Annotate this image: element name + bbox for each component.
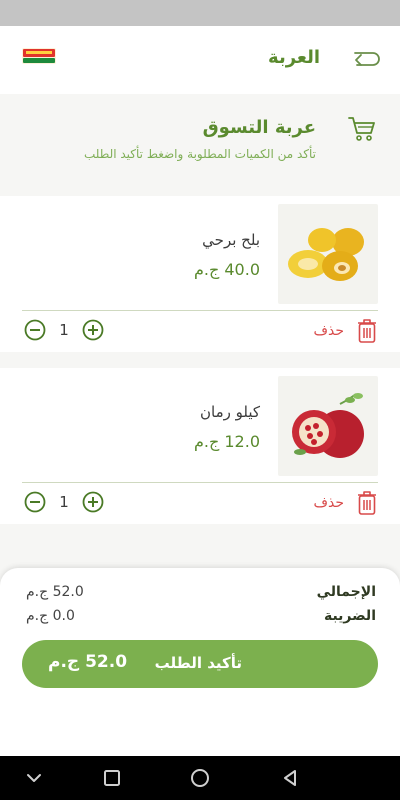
trash-icon bbox=[358, 491, 376, 515]
minus-icon[interactable] bbox=[24, 491, 46, 513]
divider bbox=[22, 482, 378, 483]
quantity-stepper: 1 bbox=[24, 490, 104, 514]
cart-title: عربة التسوق bbox=[202, 117, 316, 138]
product-name: كيلو رمان bbox=[199, 403, 260, 421]
status-bar bbox=[0, 0, 400, 26]
cart-item: بلح برحي 40.0 ج.م حذف 1 bbox=[0, 196, 400, 352]
system-nav-bar bbox=[0, 756, 400, 800]
cart-subtitle: تأكد من الكميات المطلوبة واضغط تأكيد الط… bbox=[83, 147, 316, 161]
cart-item: كيلو رمان 12.0 ج.م حذف 1 bbox=[0, 368, 400, 524]
trash-icon bbox=[358, 319, 376, 343]
back-arrow-icon bbox=[354, 52, 380, 66]
total-label: الإجمالي bbox=[316, 584, 376, 600]
page-title: العربة bbox=[268, 47, 320, 68]
confirm-order-button[interactable]: تأكيد الطلب 52.0 ج.م bbox=[22, 640, 378, 688]
product-price: 40.0 ج.م bbox=[193, 260, 260, 279]
nav-down-icon[interactable] bbox=[22, 766, 46, 790]
product-price: 12.0 ج.م bbox=[193, 432, 260, 451]
tax-value: 0.0 ج.م bbox=[26, 608, 75, 624]
order-summary: الإجمالي 52.0 ج.م الضريبة 0.0 ج.م تأكيد … bbox=[0, 568, 400, 756]
plus-icon[interactable] bbox=[82, 319, 104, 341]
delete-button[interactable]: حذف bbox=[313, 316, 378, 346]
confirm-order-total: 52.0 ج.م bbox=[48, 652, 128, 672]
shopping-cart-icon bbox=[348, 117, 375, 141]
back-button[interactable] bbox=[352, 44, 382, 74]
product-name: بلح برحي bbox=[202, 231, 260, 249]
plus-icon[interactable] bbox=[82, 491, 104, 513]
divider bbox=[22, 310, 378, 311]
store-logo-icon bbox=[22, 48, 56, 64]
nav-back-icon[interactable] bbox=[278, 766, 302, 790]
delete-label: حذف bbox=[313, 495, 344, 511]
pomegranate-image bbox=[292, 393, 364, 458]
cart-banner: عربة التسوق تأكد من الكميات المطلوبة واض… bbox=[0, 94, 400, 196]
product-image-dates bbox=[278, 204, 378, 304]
total-value: 52.0 ج.م bbox=[26, 584, 84, 600]
delete-label: حذف bbox=[313, 323, 344, 339]
product-image-pomegranate bbox=[278, 376, 378, 476]
confirm-order-label: تأكيد الطلب bbox=[154, 654, 242, 672]
dates-image bbox=[288, 228, 364, 281]
nav-home-icon[interactable] bbox=[188, 766, 212, 790]
quantity-stepper: 1 bbox=[24, 318, 104, 342]
quantity-value: 1 bbox=[59, 321, 69, 339]
nav-recents-icon[interactable] bbox=[100, 766, 124, 790]
store-logo[interactable] bbox=[22, 48, 56, 64]
delete-button[interactable]: حذف bbox=[313, 488, 378, 518]
quantity-value: 1 bbox=[59, 493, 69, 511]
tax-label: الضريبة bbox=[323, 608, 376, 624]
app-header: العربة bbox=[0, 26, 400, 94]
minus-icon[interactable] bbox=[24, 319, 46, 341]
